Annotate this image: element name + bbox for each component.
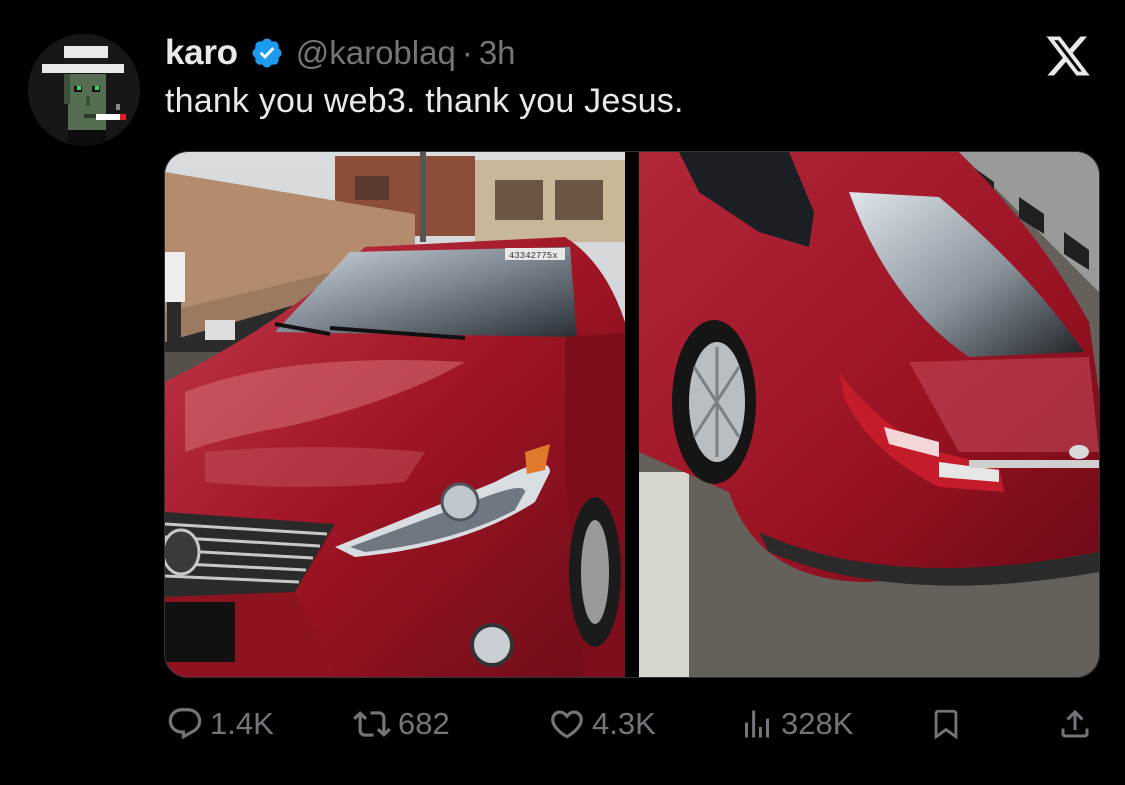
avatar[interactable]: [28, 34, 140, 146]
car-rear-photo[interactable]: [639, 152, 1099, 677]
share-icon: [1061, 709, 1089, 738]
share-button[interactable]: [1057, 690, 1093, 758]
tweet-text: thank you web3. thank you Jesus.: [165, 82, 684, 120]
bookmark-icon: [934, 709, 958, 740]
author-handle[interactable]: @karoblaq: [296, 34, 456, 72]
tweet-header: karo @karoblaq · 3h: [165, 30, 516, 76]
repost-icon: [353, 711, 391, 737]
separator-dot: ·: [461, 34, 473, 71]
reply-icon: [168, 708, 202, 740]
reply-button[interactable]: 1.4K: [166, 690, 274, 758]
avatar-image: [28, 34, 140, 146]
tweet-action-bar: 1.4K 682 4.3K 328K: [0, 690, 1125, 760]
windshield-sticker: 43342775x: [509, 251, 558, 261]
media-grid: 43342775x: [164, 151, 1100, 678]
reply-count: 1.4K: [210, 706, 274, 741]
repost-button[interactable]: 682: [352, 690, 450, 758]
car-front-photo[interactable]: 43342775x: [165, 152, 625, 677]
x-logo-icon: [1043, 32, 1093, 80]
verified-badge-icon: [250, 36, 284, 70]
like-button[interactable]: 4.3K: [548, 690, 656, 758]
views-button[interactable]: 328K: [739, 690, 853, 758]
repost-count: 682: [398, 706, 450, 741]
timestamp[interactable]: 3h: [479, 34, 516, 72]
author-name[interactable]: karo: [165, 33, 238, 73]
like-count: 4.3K: [592, 706, 656, 741]
views-count: 328K: [781, 706, 854, 741]
heart-icon: [551, 710, 583, 739]
views-chart-icon: [745, 710, 769, 738]
bookmark-button[interactable]: [929, 690, 963, 758]
